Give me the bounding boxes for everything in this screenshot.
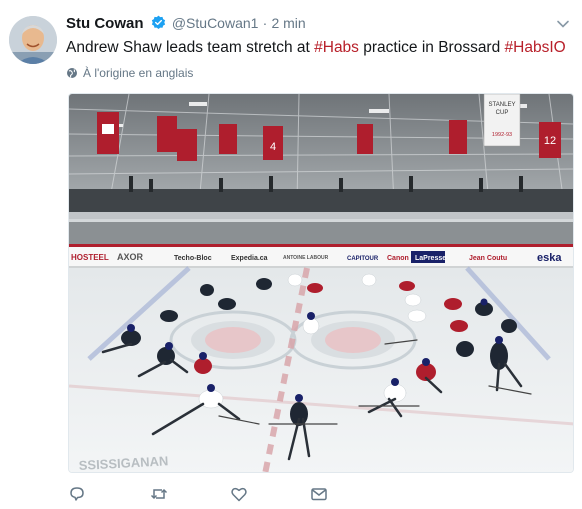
avatar[interactable] <box>9 16 57 64</box>
like-icon[interactable] <box>230 485 248 503</box>
avatar-image <box>9 16 57 64</box>
retweet-icon[interactable] <box>150 485 168 503</box>
board-ad: LaPresse <box>415 255 446 262</box>
board-ad: CAPITOUR <box>347 256 379 262</box>
tweet-text-part: Andrew Shaw leads team stretch at <box>66 39 315 56</box>
tweet-photo[interactable]: 4 STANLEY CUP 1992-93 12 HOSTEEL AXOR Te… <box>68 93 574 473</box>
author-name[interactable]: Stu Cowan <box>66 15 144 32</box>
banner-number: 12 <box>544 135 556 147</box>
board-ad: ANTOINE LABOUR <box>283 255 329 261</box>
hockey-practice-photo: 4 STANLEY CUP 1992-93 12 HOSTEEL AXOR Te… <box>69 94 573 472</box>
separator-dot: · <box>262 15 268 31</box>
tweet-text-part: practice in Brossard <box>358 39 505 56</box>
globe-icon <box>67 68 77 78</box>
board-ad: Canon <box>387 255 409 262</box>
board-ad: Expedia.ca <box>231 255 268 262</box>
translation-note[interactable]: À l'origine en anglais <box>66 66 193 80</box>
author-handle[interactable]: @StuCowan1 <box>172 15 259 31</box>
hashtag-link[interactable]: #HabsIO <box>505 39 566 56</box>
chevron-down-icon[interactable] <box>556 17 570 31</box>
verified-badge-icon <box>151 15 165 29</box>
tweet-timestamp[interactable]: 2 min <box>271 15 305 31</box>
banner-text: CUP <box>496 110 509 116</box>
tweet-text: Andrew Shaw leads team stretch at #Habs … <box>66 38 566 58</box>
board-ad: Jean Coutu <box>469 255 507 262</box>
banner-text: 1992-93 <box>492 132 512 138</box>
banner-text: STANLEY <box>489 102 516 108</box>
message-icon[interactable] <box>310 485 328 503</box>
hashtag-link[interactable]: #Habs <box>314 39 359 56</box>
translation-label: À l'origine en anglais <box>83 66 194 80</box>
reply-icon[interactable] <box>68 485 86 503</box>
board-ad: HOSTEEL <box>71 253 109 262</box>
board-ad: Techo-Bloc <box>174 255 212 262</box>
board-ad: AXOR <box>117 252 144 262</box>
tweet-header: Stu Cowan @StuCowan1 · 2 min <box>66 15 570 35</box>
banner-number: 4 <box>270 141 276 153</box>
board-ad: eska <box>537 252 562 264</box>
tweet-actions <box>62 485 342 505</box>
